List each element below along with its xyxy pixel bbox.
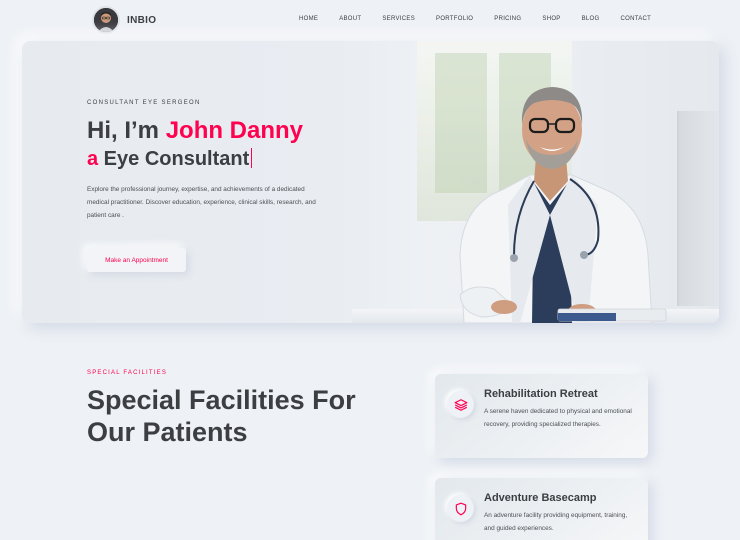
hero-text: CONSULTANT EYE SERGEON Hi, I’m John Dann… (87, 100, 407, 222)
make-appointment-button[interactable]: Make an Appointment (87, 248, 186, 272)
doctor-portrait-image (459, 87, 667, 323)
nav-about[interactable]: ABOUT (339, 16, 361, 22)
facility-card-description: An adventure facility providing equipmen… (484, 512, 628, 532)
avatar (92, 6, 120, 34)
facilities-title: Special Facilities For Our Patients (87, 385, 356, 447)
background-monitor (677, 111, 719, 306)
nav-home[interactable]: HOME (299, 16, 318, 22)
brand-name: INBIO (127, 14, 157, 26)
hero-greeting: Hi, I’m (87, 117, 166, 144)
hero-description: Explore the professional journey, expert… (87, 186, 316, 219)
hero-role-prefix: a (87, 148, 99, 170)
typing-cursor (251, 148, 253, 168)
facility-card-title: Adventure Basecamp (484, 492, 597, 504)
hero-role-text: Eye Consultant (98, 148, 250, 170)
hero-section: CONSULTANT EYE SERGEON Hi, I’m John Dann… (22, 41, 719, 323)
hero-title: Hi, I’m John Danny (87, 117, 407, 145)
facility-card[interactable]: Adventure Basecamp An adventure facility… (435, 478, 648, 540)
site-header: INBIO HOME ABOUT SERVICES PORTFOLIO PRIC… (0, 0, 740, 40)
facility-card-title: Rehabilitation Retreat (484, 388, 598, 400)
layers-icon (447, 391, 474, 418)
facilities-eyebrow: SPECIAL FACILITIES (87, 370, 168, 376)
hero-role: a Eye Consultant (87, 147, 407, 171)
brand[interactable]: INBIO (92, 6, 156, 34)
hero-eyebrow: CONSULTANT EYE SERGEON (87, 100, 201, 106)
nav-services[interactable]: SERVICES (382, 16, 415, 22)
nav-contact[interactable]: CONTACT (620, 16, 651, 22)
facility-card-description: A serene haven dedicated to physical and… (484, 408, 632, 428)
nav-blog[interactable]: BLOG (582, 16, 600, 22)
nav-shop[interactable]: SHOP (542, 16, 560, 22)
hero-name: John Danny (165, 117, 304, 144)
main-nav: HOME ABOUT SERVICES PORTFOLIO PRICING SH… (299, 16, 651, 22)
facility-card[interactable]: Rehabilitation Retreat A serene haven de… (435, 374, 648, 458)
nav-pricing[interactable]: PRICING (494, 16, 521, 22)
shield-icon (447, 495, 474, 522)
nav-portfolio[interactable]: PORTFOLIO (436, 16, 473, 22)
